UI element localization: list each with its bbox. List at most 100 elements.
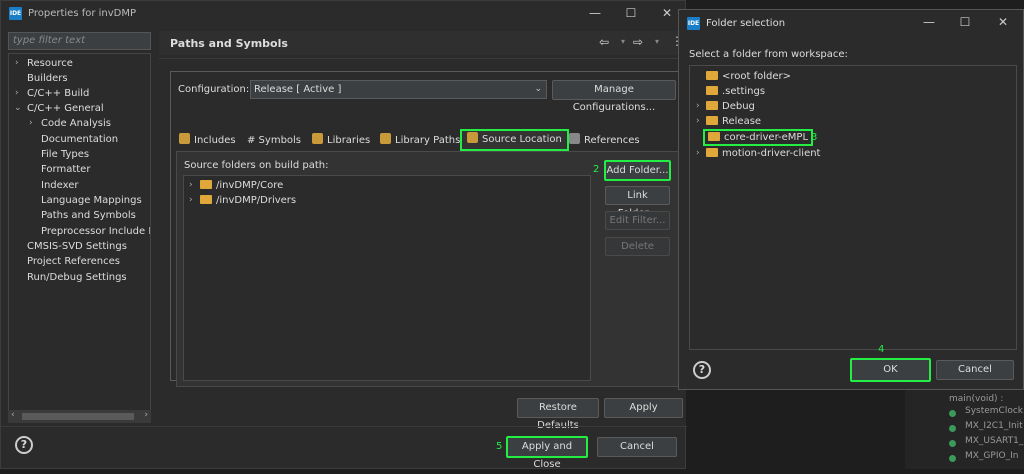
nav-item-builders[interactable]: Builders: [27, 71, 68, 86]
tab-library-paths[interactable]: Library Paths: [380, 130, 460, 152]
folder-selection-dialog: IDE Folder selection — ☐ ✕ Select a fold…: [678, 9, 1024, 390]
chevron-down-icon: ⌄: [534, 84, 542, 94]
link-folder-button[interactable]: Link Folder...: [605, 186, 670, 219]
chevron-right-icon[interactable]: ›: [696, 146, 700, 161]
help-icon[interactable]: ?: [15, 436, 33, 454]
bg-item: SystemClock: [965, 406, 1024, 416]
nav-item-paths-and-symbols[interactable]: Paths and Symbols: [41, 208, 136, 223]
nav-item-formatter[interactable]: Formatter: [41, 162, 90, 177]
apply-and-close-button[interactable]: Apply and Close: [506, 436, 588, 470]
nav-item-resource[interactable]: Resource: [27, 56, 73, 71]
tab-includes[interactable]: Includes: [179, 130, 236, 152]
source-folders-label: Source folders on build path:: [184, 160, 329, 171]
includes-icon: [179, 133, 190, 144]
nav-item-indexer[interactable]: Indexer: [41, 178, 79, 193]
back-arrow-icon[interactable]: ⇦: [599, 35, 609, 49]
bg-item: MX_I2C1_Init: [965, 421, 1023, 431]
apply-button[interactable]: Apply: [604, 398, 683, 418]
nav-item-project-references[interactable]: Project References: [27, 254, 120, 269]
minimize-button[interactable]: —: [911, 10, 947, 34]
folder-icon: [200, 195, 212, 204]
chevron-right-icon[interactable]: ›: [696, 114, 700, 129]
help-icon[interactable]: ?: [693, 361, 711, 379]
maximize-button[interactable]: ☐: [613, 1, 649, 25]
tab-libraries[interactable]: Libraries: [312, 130, 370, 152]
properties-window: IDE Properties for invDMP — ☐ ✕ type fil…: [0, 0, 687, 470]
nav-item-code-analysis[interactable]: Code Analysis: [41, 116, 111, 131]
chevron-down-icon[interactable]: ▾: [655, 37, 659, 46]
restore-defaults-button[interactable]: Restore Defaults: [517, 398, 599, 431]
nav-item-language-mappings[interactable]: Language Mappings: [41, 193, 142, 208]
add-folder-button[interactable]: Add Folder...: [604, 160, 671, 181]
delete-button[interactable]: Delete: [605, 237, 670, 256]
title-bar: IDE Properties for invDMP — ☐ ✕: [1, 1, 685, 25]
tab-source-location[interactable]: Source Location: [460, 129, 569, 151]
folder-item-root[interactable]: <root folder>: [706, 69, 791, 84]
ok-button[interactable]: OK: [850, 358, 931, 382]
nav-item-preprocessor-include[interactable]: Preprocessor Include Pat: [41, 224, 150, 239]
edit-filter-button[interactable]: Edit Filter...: [605, 211, 670, 230]
nav-item-documentation[interactable]: Documentation: [41, 132, 118, 147]
scroll-left-icon[interactable]: ‹: [11, 410, 15, 420]
bg-item: main(void) :: [949, 394, 1004, 404]
dialog-title: Folder selection: [706, 17, 786, 29]
source-location-icon: [467, 132, 478, 143]
libraries-icon: [312, 133, 323, 144]
bg-item: MX_USART1_: [965, 436, 1024, 446]
configuration-label: Configuration:: [178, 84, 250, 95]
folder-item-release[interactable]: Release: [706, 114, 761, 129]
bg-item: MX_GPIO_In: [965, 451, 1019, 461]
folder-icon: [706, 148, 718, 157]
step-number-5: 5: [496, 441, 503, 452]
horizontal-scrollbar[interactable]: ‹ ›: [8, 410, 151, 423]
chevron-right-icon[interactable]: ›: [189, 193, 193, 208]
page-title: Paths and Symbols: [170, 37, 288, 50]
nav-item-cc-general[interactable]: C/C++ General: [27, 101, 104, 116]
chevron-right-icon[interactable]: ›: [29, 116, 33, 131]
folder-icon: [706, 71, 718, 80]
filter-input[interactable]: type filter text: [8, 32, 151, 50]
folder-item-debug[interactable]: Debug: [706, 99, 755, 114]
folder-item-core-driver-empl[interactable]: core-driver-eMPL: [703, 129, 814, 146]
list-item[interactable]: /invDMP/Drivers: [200, 193, 296, 208]
chevron-right-icon[interactable]: ›: [696, 99, 700, 114]
library-paths-icon: [380, 133, 391, 144]
ide-icon: IDE: [9, 6, 22, 20]
cancel-button[interactable]: Cancel: [597, 437, 677, 457]
nav-item-file-types[interactable]: File Types: [41, 147, 89, 162]
configuration-value: Release [ Active ]: [254, 84, 342, 95]
close-button[interactable]: ✕: [985, 10, 1021, 34]
folder-icon: [200, 180, 212, 189]
window-title: Properties for invDMP: [28, 7, 137, 19]
scroll-right-icon[interactable]: ›: [144, 410, 148, 420]
dialog-prompt: Select a folder from workspace:: [689, 49, 848, 60]
folder-icon: [706, 101, 718, 110]
maximize-button[interactable]: ☐: [947, 10, 983, 34]
nav-item-cmsis-svd[interactable]: CMSIS-SVD Settings: [27, 239, 127, 254]
folder-item-motion-driver-client[interactable]: motion-driver-client: [706, 146, 820, 161]
folder-item-settings[interactable]: .settings: [706, 84, 765, 99]
chevron-right-icon[interactable]: ›: [15, 86, 19, 101]
step-number-2: 2: [593, 164, 600, 175]
nav-item-run-debug[interactable]: Run/Debug Settings: [27, 270, 127, 285]
nav-tree: › Resource Builders › C/C++ Build ⌄ C/C+…: [8, 53, 151, 423]
tab-references[interactable]: References: [569, 130, 640, 152]
forward-arrow-icon[interactable]: ⇨: [633, 35, 643, 49]
step-number-3: 3: [811, 132, 818, 143]
manage-configurations-button[interactable]: Manage Configurations...: [552, 80, 676, 113]
folder-icon: [706, 116, 718, 125]
cancel-button[interactable]: Cancel: [936, 360, 1014, 380]
references-icon: [569, 133, 580, 144]
chevron-right-icon[interactable]: ›: [189, 178, 193, 193]
minimize-button[interactable]: —: [577, 1, 613, 25]
chevron-down-icon[interactable]: ▾: [621, 37, 625, 46]
ide-icon: IDE: [687, 16, 700, 30]
list-item[interactable]: /invDMP/Core: [200, 178, 283, 193]
nav-item-cc-build[interactable]: C/C++ Build: [27, 86, 89, 101]
background-outline-panel: main(void) : SystemClock MX_I2C1_Init MX…: [905, 390, 1024, 469]
step-number-4: 4: [878, 344, 885, 355]
tab-symbols[interactable]: # Symbols: [247, 130, 301, 152]
chevron-right-icon[interactable]: ›: [15, 56, 19, 71]
chevron-down-icon[interactable]: ⌄: [14, 101, 22, 116]
configuration-select[interactable]: Release [ Active ] ⌄: [250, 80, 547, 99]
